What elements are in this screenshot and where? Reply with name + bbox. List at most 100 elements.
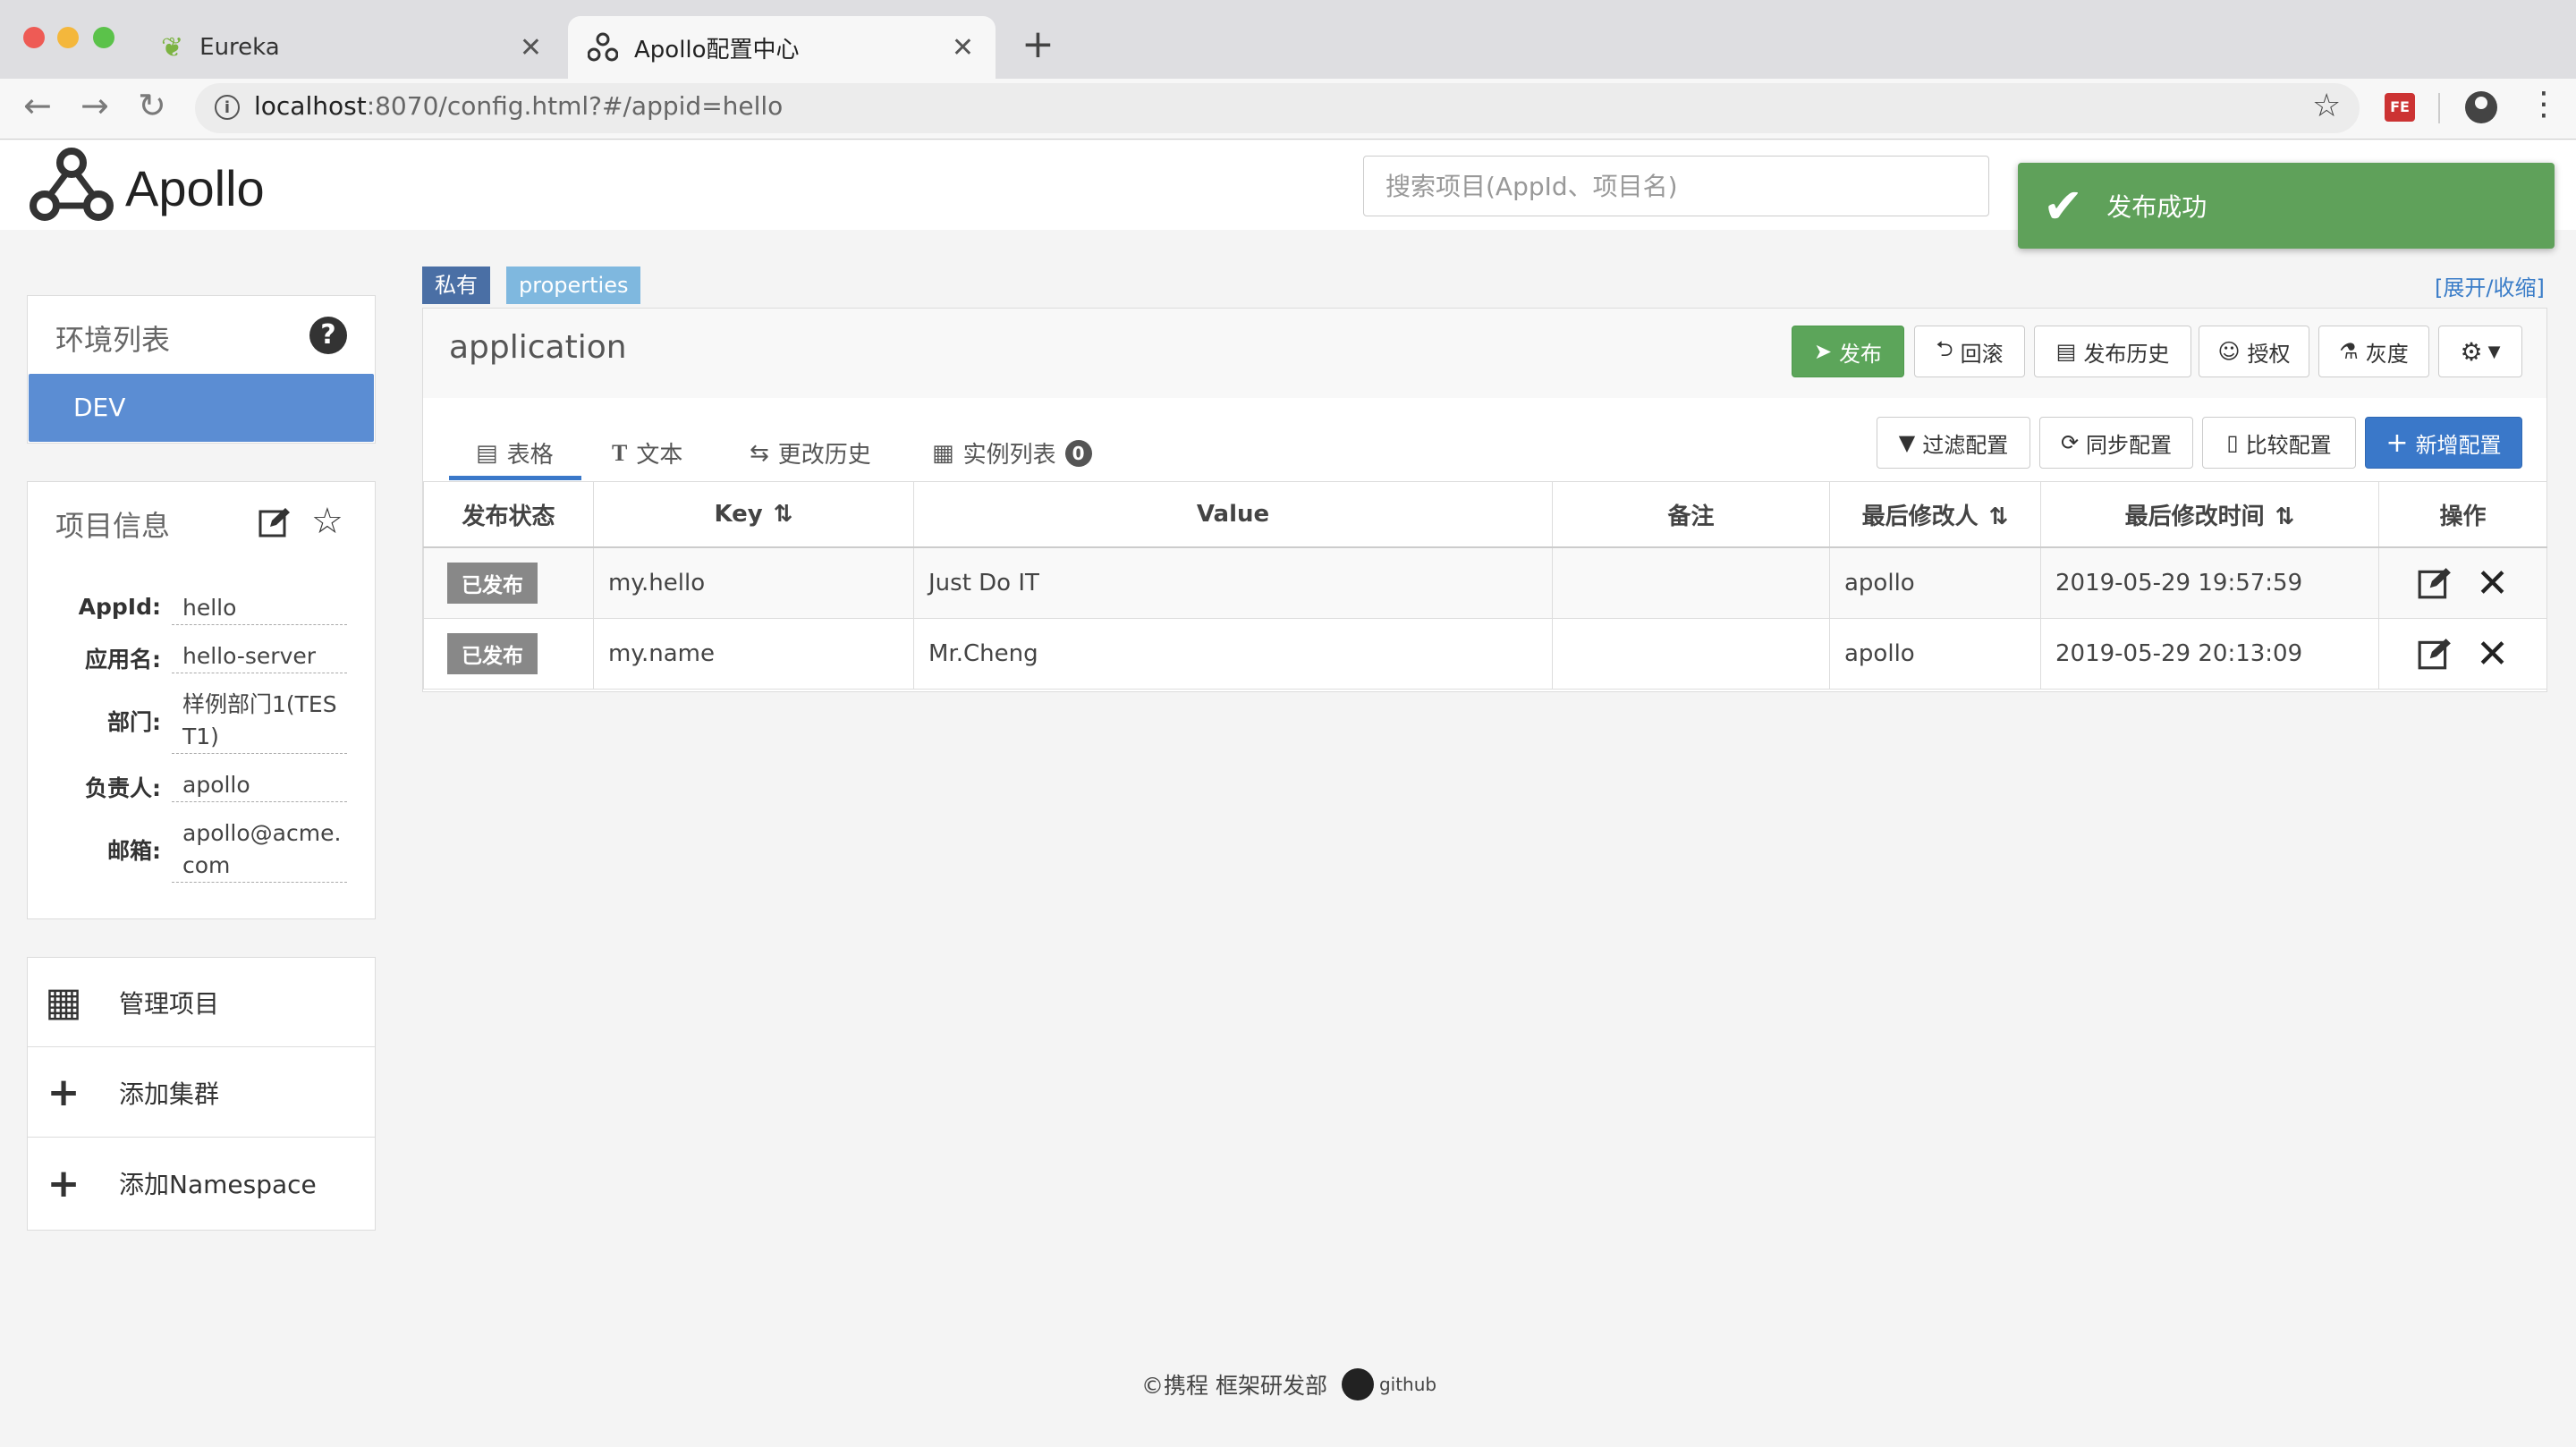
publish-button[interactable]: ➤ 发布 — [1792, 326, 1904, 377]
github-link[interactable]: github — [1379, 1374, 1436, 1395]
expand-collapse-link[interactable]: [展开/收缩] — [2435, 270, 2545, 301]
info-label-appid: AppId: — [78, 594, 161, 620]
reload-icon[interactable]: ↻ — [138, 86, 166, 125]
footer-text: ©携程 框架研发部 — [1141, 1373, 1327, 1399]
table-header-row: 发布状态 Key ⇅ Value 备注 最后修改人 ⇅ 最后修改时间 ⇅ 操作 — [423, 481, 2547, 548]
favorite-star-icon[interactable]: ☆ — [311, 501, 343, 542]
authorize-button[interactable]: ☺ 授权 — [2199, 326, 2309, 377]
back-arrow-icon[interactable]: ← — [23, 86, 52, 125]
action-label: 添加集群 — [119, 1079, 220, 1109]
extension-fe-icon[interactable]: FE — [2385, 93, 2415, 122]
add-config-button[interactable]: + 新增配置 — [2365, 417, 2522, 469]
sort-icon[interactable]: ⇅ — [2275, 503, 2295, 530]
header-label: 最后修改时间 — [2124, 503, 2265, 530]
delete-icon[interactable]: ✕ — [2476, 631, 2509, 677]
add-cluster-item[interactable]: + 添加集群 — [28, 1048, 375, 1138]
col-header-value: Value — [913, 481, 1553, 548]
info-label-email: 邮箱: — [107, 838, 161, 864]
tab-instances[interactable]: ▦ 实例列表 0 — [932, 436, 1092, 470]
window-minimize-dot[interactable] — [57, 27, 79, 48]
text-icon: T — [612, 439, 628, 466]
sync-config-button[interactable]: ⟳ 同步配置 — [2039, 417, 2193, 469]
delete-icon[interactable]: ✕ — [2476, 561, 2509, 606]
active-tab-underline — [449, 476, 581, 480]
gray-release-button[interactable]: ⚗ 灰度 — [2318, 326, 2429, 377]
success-toast: ✔ 发布成功 — [2018, 163, 2555, 249]
new-tab-plus-icon[interactable]: + — [1021, 21, 1055, 67]
cell-ops: ✕ — [2378, 618, 2547, 690]
rollback-button[interactable]: ⮌ 回滚 — [1914, 326, 2025, 377]
tab-title: Apollo配置中心 — [634, 36, 800, 63]
server-icon: ▦ — [932, 439, 954, 467]
close-icon[interactable]: ✕ — [520, 32, 542, 63]
project-search-input[interactable] — [1363, 156, 1989, 216]
flask-icon: ⚗ — [2339, 339, 2359, 364]
history-label: 发布历史 — [2083, 341, 2170, 367]
tab-label: 实例列表 — [962, 442, 1056, 469]
exchange-icon: ⇆ — [750, 439, 769, 467]
filter-icon: ▼ — [1898, 430, 1916, 455]
env-item-dev[interactable]: DEV — [29, 374, 374, 442]
apollo-logo-icon[interactable] — [25, 143, 118, 227]
col-header-ops: 操作 — [2378, 481, 2547, 548]
tab-title: Eureka — [199, 34, 280, 61]
leaf-icon: ❦ — [161, 31, 184, 63]
browser-tab-eureka[interactable]: ❦ Eureka ✕ — [143, 16, 564, 79]
forward-arrow-icon[interactable]: → — [80, 86, 109, 125]
compare-config-button[interactable]: ▯ 比较配置 — [2202, 417, 2356, 469]
cell-value: Just Do IT — [913, 546, 1553, 619]
edit-icon[interactable] — [2417, 636, 2453, 672]
tab-label: 更改历史 — [777, 442, 871, 469]
cell-comment — [1552, 618, 1830, 690]
tab-label: 文本 — [636, 442, 683, 469]
action-label: 管理项目 — [119, 988, 220, 1019]
cell-time: 2019-05-29 19:57:59 — [2040, 546, 2379, 619]
sort-icon[interactable]: ⇅ — [774, 501, 793, 528]
github-icon[interactable] — [1341, 1368, 1374, 1400]
tab-change-history[interactable]: ⇆ 更改历史 — [750, 436, 871, 470]
close-icon[interactable]: ✕ — [952, 32, 974, 63]
help-icon[interactable]: ? — [309, 317, 347, 354]
format-badge: properties — [506, 267, 641, 304]
toolbar-divider — [2438, 93, 2440, 123]
edit-icon[interactable] — [2417, 565, 2453, 601]
bookmark-star-icon[interactable]: ☆ — [2312, 88, 2341, 124]
calendar-icon: ▤ — [2055, 339, 2077, 364]
cell-time: 2019-05-29 20:13:09 — [2040, 618, 2379, 690]
sort-icon[interactable]: ⇅ — [1989, 503, 2009, 530]
settings-dropdown-button[interactable]: ⚙ ▼ — [2438, 326, 2522, 377]
col-header-key[interactable]: Key ⇅ — [593, 481, 914, 548]
window-maximize-dot[interactable] — [93, 27, 114, 48]
col-header-modifier[interactable]: 最后修改人 ⇅ — [1829, 481, 2041, 548]
add-label: 新增配置 — [2415, 432, 2502, 458]
col-header-time[interactable]: 最后修改时间 ⇅ — [2040, 481, 2379, 548]
app-logo-text[interactable]: Apollo — [125, 159, 265, 217]
info-value-email: apollo@acme.com — [172, 817, 347, 883]
compare-label: 比较配置 — [2245, 432, 2332, 458]
cell-key: my.name — [593, 618, 914, 690]
browser-tab-apollo[interactable]: Apollo配置中心 ✕ — [568, 16, 996, 79]
check-icon: ✔ — [2043, 177, 2084, 234]
filter-config-button[interactable]: ▼ 过滤配置 — [1877, 417, 2030, 469]
site-info-icon[interactable]: i — [215, 95, 240, 120]
col-header-comment: 备注 — [1552, 481, 1830, 548]
header-label: 最后修改人 — [1861, 503, 1979, 530]
tab-text[interactable]: T 文本 — [612, 436, 682, 470]
url-text[interactable]: localhost:8070/config.html?#/appid=hello — [254, 91, 783, 121]
browser-menu-icon[interactable]: ⋮ — [2528, 86, 2560, 123]
gear-icon: ⚙ — [2460, 336, 2483, 367]
apollo-icon — [588, 32, 618, 62]
manage-project-item[interactable]: ▦ 管理项目 — [28, 958, 375, 1047]
edit-icon[interactable] — [258, 505, 292, 539]
url-host: localhost — [254, 91, 367, 121]
grid-icon: ▦ — [45, 979, 82, 1025]
window-close-dot[interactable] — [23, 27, 45, 48]
rollback-label: 回滚 — [1960, 341, 2004, 367]
project-info-title: 项目信息 — [55, 509, 171, 543]
profile-avatar-icon[interactable] — [2465, 91, 2497, 123]
add-namespace-item[interactable]: + 添加Namespace — [28, 1138, 375, 1228]
publish-history-button[interactable]: ▤ 发布历史 — [2034, 326, 2191, 377]
info-label-dept: 部门: — [107, 709, 161, 735]
tab-table[interactable]: ▤ 表格 — [476, 436, 554, 470]
info-value-appid: hello — [172, 592, 347, 625]
